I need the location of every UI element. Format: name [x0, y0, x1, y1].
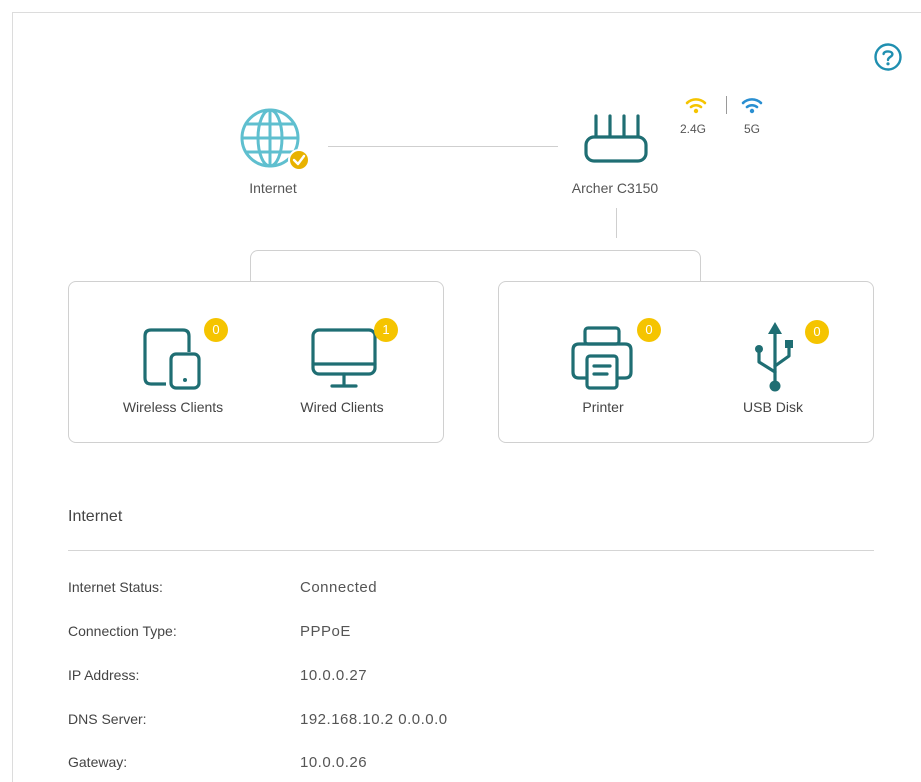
- usb-disk-count-badge: 0: [805, 320, 829, 344]
- wifi-5g-icon: [740, 95, 764, 115]
- gateway-label: Gateway:: [68, 754, 128, 770]
- band-2-4g-label: 2.4G: [680, 122, 707, 136]
- wired-clients-count-badge: 1: [374, 318, 398, 342]
- usb-devices-card: 0 Printer 0 USB Disk: [498, 281, 874, 443]
- internet-router-link: [328, 146, 558, 147]
- router-node[interactable]: [580, 112, 652, 168]
- dns-server-value: 192.168.10.2 0.0.0.0: [300, 711, 448, 728]
- printer-icon: [571, 326, 633, 390]
- dns-server-label: DNS Server:: [68, 711, 147, 727]
- wireless-clients-item[interactable]: 0: [133, 318, 228, 408]
- gateway-value: 10.0.0.26: [300, 754, 368, 771]
- internet-node[interactable]: [238, 106, 310, 172]
- local-clients-card: 0 Wireless Clients 1 Wired Clients: [68, 281, 444, 443]
- connection-type-label: Connection Type:: [68, 623, 177, 639]
- tablet-phone-icon: [143, 328, 201, 390]
- band-5g-label: 5G: [744, 122, 761, 136]
- wired-clients-label: Wired Clients: [300, 399, 384, 415]
- wifi-2-4g-icon: [684, 95, 708, 115]
- printer-label: Printer: [582, 399, 624, 415]
- ip-address-label: IP Address:: [68, 667, 140, 683]
- router-icon: [584, 114, 648, 163]
- wired-clients-item[interactable]: 1: [305, 318, 398, 408]
- router-label: Archer C3150: [571, 180, 659, 196]
- connection-type-value: PPPoE: [300, 623, 351, 640]
- monitor-icon: [311, 328, 377, 388]
- printer-count-badge: 0: [637, 318, 661, 342]
- wireless-clients-label: Wireless Clients: [122, 399, 224, 415]
- internet-section-title: Internet: [68, 508, 123, 525]
- usb-disk-label: USB Disk: [743, 399, 803, 415]
- internet-status-label: Internet Status:: [68, 579, 163, 595]
- router-down-link: [616, 208, 617, 238]
- help-icon[interactable]: [873, 42, 903, 72]
- section-divider: [68, 550, 874, 551]
- usb-disk-item[interactable]: 0: [745, 318, 829, 408]
- globe-icon: [240, 108, 310, 171]
- ip-address-value: 10.0.0.27: [300, 667, 368, 684]
- internet-label: Internet: [249, 180, 297, 196]
- band-separator: [726, 96, 727, 114]
- clients-bracket: [250, 250, 701, 282]
- internet-status-value: Connected: [300, 579, 378, 596]
- printer-item[interactable]: 0: [567, 318, 661, 408]
- wireless-clients-count-badge: 0: [204, 318, 228, 342]
